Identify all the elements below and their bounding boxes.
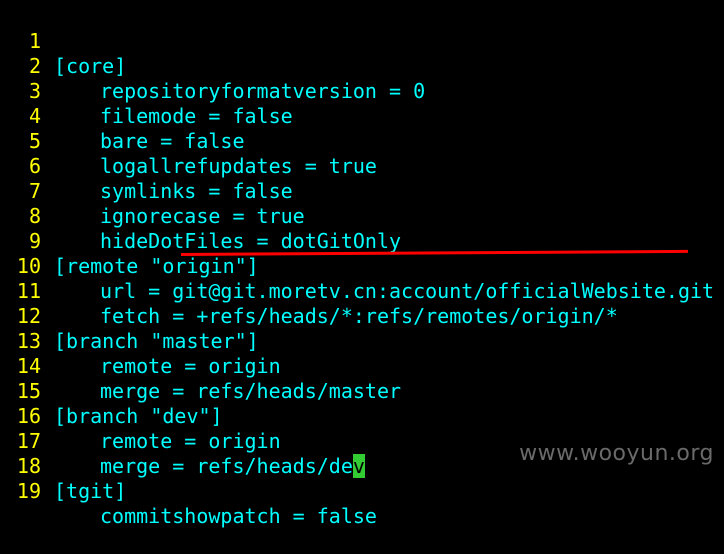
line-text: logallrefupdates = true [100,154,377,178]
line-number: 19 [16,479,41,503]
watermark: www.wooyun.org [519,441,714,466]
editor-line: 4 bare = false [0,79,245,153]
editor-line: 1 [core] [0,4,126,78]
editor-line-cursor: 17 merge = refs/heads/dev [0,404,365,478]
line-text: ignorecase = true [100,204,305,228]
line-text: filemode = false [100,104,293,128]
editor-line: 3 filemode = false [0,54,293,128]
line-text: remote = origin [100,354,281,378]
line-text: remote = origin [100,429,281,453]
editor-line: 15 [branch "dev"] [0,354,223,428]
vim-editor[interactable]: 1 [core] 2 repositoryformatversion = 0 3… [0,0,724,528]
editor-line: 14 merge = refs/heads/master [0,329,401,403]
line-text: fetch = +refs/heads/*:refs/remotes/origi… [100,304,618,328]
text-cursor: v [352,454,365,478]
line-text: [branch "dev"] [54,404,223,428]
editor-line: 6 symlinks = false [0,129,293,203]
line-text: merge = refs/heads/dev [100,454,365,479]
editor-line: 13 remote = origin [0,304,281,378]
editor-line: 2 repositoryformatversion = 0 [0,29,425,103]
editor-line: 9 [remote "origin"] [0,204,259,278]
editor-line: 10 url = git@git.moretv.cn:account/offic… [0,229,714,303]
editor-line: 16 remote = origin [0,379,281,453]
line-text: [branch "master"] [54,329,259,353]
editor-line: 5 logallrefupdates = true [0,104,377,178]
line-text: bare = false [100,129,245,153]
line-text: symlinks = false [100,179,293,203]
editor-line: 12 [branch "master"] [0,279,259,353]
editor-line: 8 hideDotFiles = dotGitOnly [0,179,401,253]
line-text: commitshowpatch = false [100,504,377,528]
line-text-before-cursor: merge = refs/heads/de [100,454,353,478]
editor-line: 18 [tgit] [0,429,126,503]
line-text: [core] [54,54,127,78]
editor-line: 11 fetch = +refs/heads/*:refs/remotes/or… [0,254,618,328]
line-text: merge = refs/heads/master [100,379,402,403]
line-text: [tgit] [54,479,127,503]
line-text: hideDotFiles = dotGitOnly [100,229,402,253]
line-text: url = git@git.moretv.cn:account/official… [100,279,715,303]
editor-line: 7 ignorecase = true [0,154,305,228]
editor-line: 19 commitshowpatch = false [0,454,377,528]
line-text: repositoryformatversion = 0 [100,79,426,103]
line-text: [remote "origin"] [54,254,259,278]
